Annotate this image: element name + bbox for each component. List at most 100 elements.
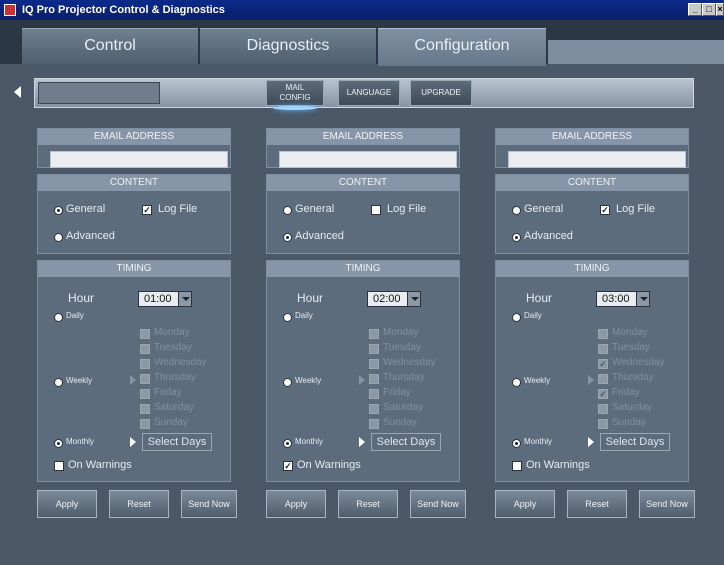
day-checkbox-friday[interactable]: ✓ <box>598 389 608 399</box>
day-checkbox-saturday[interactable] <box>598 404 608 414</box>
log-file-label: Log File <box>158 203 198 215</box>
apply-button[interactable]: Apply <box>495 490 555 518</box>
day-checkbox-friday[interactable] <box>140 389 150 399</box>
day-checkbox-sunday[interactable] <box>598 419 608 429</box>
on-warnings-checkbox[interactable] <box>512 461 522 471</box>
content-section: CONTENT General ✓ Log File Advanced <box>37 174 231 254</box>
config-toolbar: MAIL CONFIG LANGUAGE UPGRADE <box>14 70 714 116</box>
hour-select[interactable]: 01:00 <box>138 291 192 307</box>
day-checkbox-sunday[interactable] <box>140 419 150 429</box>
day-label-friday: Friday <box>612 387 640 398</box>
on-warnings-label: On Warnings <box>526 459 590 471</box>
monthly-label: Monthly <box>295 437 324 446</box>
day-label-monday: Monday <box>154 327 190 338</box>
send-now-button[interactable]: Send Now <box>639 490 695 518</box>
maximize-button[interactable]: □ <box>702 3 716 16</box>
mail-config-button[interactable]: MAIL CONFIG <box>266 80 324 110</box>
hour-select[interactable]: 03:00 <box>596 291 650 307</box>
day-checkbox-tuesday[interactable] <box>598 344 608 354</box>
day-checkbox-wednesday[interactable] <box>369 359 379 369</box>
weekly-radio[interactable] <box>283 378 292 387</box>
close-button[interactable]: × <box>716 3 724 16</box>
log-file-checkbox[interactable] <box>371 205 381 215</box>
daily-label: Daily <box>524 311 542 320</box>
day-checkbox-thursday[interactable] <box>598 374 608 384</box>
monthly-radio[interactable] <box>54 439 63 448</box>
email-section: EMAIL ADDRESS <box>37 128 231 168</box>
on-warnings-checkbox[interactable] <box>54 461 64 471</box>
language-button[interactable]: LANGUAGE <box>338 80 400 106</box>
day-checkbox-tuesday[interactable] <box>140 344 150 354</box>
send-now-button[interactable]: Send Now <box>410 490 466 518</box>
day-checkbox-saturday[interactable] <box>369 404 379 414</box>
advanced-radio[interactable] <box>512 233 521 242</box>
tab-configuration[interactable]: Configuration <box>378 28 546 66</box>
on-warnings-checkbox[interactable]: ✓ <box>283 461 293 471</box>
day-checkbox-wednesday[interactable] <box>140 359 150 369</box>
general-radio[interactable] <box>512 206 521 215</box>
email-address-input[interactable] <box>50 151 228 168</box>
day-checkbox-saturday[interactable] <box>140 404 150 414</box>
chevron-down-icon[interactable] <box>407 292 420 306</box>
app-window: IQ Pro Projector Control & Diagnostics _… <box>0 0 724 565</box>
daily-radio[interactable] <box>512 313 521 322</box>
day-checkbox-monday[interactable] <box>369 329 379 339</box>
general-radio[interactable] <box>54 206 63 215</box>
day-checkbox-wednesday[interactable]: ✓ <box>598 359 608 369</box>
day-label-thursday: Thursday <box>383 372 425 383</box>
tab-diagnostics[interactable]: Diagnostics <box>200 28 376 64</box>
timing-section: TIMING Hour 02:00 Daily Monday Tuesday Wednesd… <box>266 260 460 482</box>
hour-label: Hour <box>526 291 553 305</box>
send-now-button[interactable]: Send Now <box>181 490 237 518</box>
select-days-button[interactable]: Select Days <box>600 433 670 451</box>
email-header: EMAIL ADDRESS <box>267 129 459 145</box>
apply-button[interactable]: Apply <box>266 490 326 518</box>
weekly-arrow-icon <box>588 375 594 385</box>
reset-button[interactable]: Reset <box>109 490 169 518</box>
reset-button[interactable]: Reset <box>338 490 398 518</box>
hour-select[interactable]: 02:00 <box>367 291 421 307</box>
general-radio[interactable] <box>283 206 292 215</box>
monthly-radio[interactable] <box>283 439 292 448</box>
select-days-button[interactable]: Select Days <box>371 433 441 451</box>
monthly-label: Monthly <box>524 437 553 446</box>
day-checkbox-thursday[interactable] <box>140 374 150 384</box>
weekly-radio[interactable] <box>512 378 521 387</box>
monthly-radio[interactable] <box>512 439 521 448</box>
daily-radio[interactable] <box>54 313 63 322</box>
advanced-radio[interactable] <box>54 233 63 242</box>
content-section: CONTENT General ✓ Log File Advanced <box>495 174 689 254</box>
email-address-input[interactable] <box>508 151 686 168</box>
select-days-button[interactable]: Select Days <box>142 433 212 451</box>
apply-button[interactable]: Apply <box>37 490 97 518</box>
monthly-label: Monthly <box>66 437 95 446</box>
advanced-label: Advanced <box>295 230 344 242</box>
day-label-wednesday: Wednesday <box>154 357 207 368</box>
day-checkbox-friday[interactable] <box>369 389 379 399</box>
scroll-left-arrow-icon[interactable] <box>14 86 21 98</box>
tab-control[interactable]: Control <box>22 28 198 64</box>
weekly-radio[interactable] <box>54 378 63 387</box>
minimize-button[interactable]: _ <box>688 3 702 16</box>
daily-radio[interactable] <box>283 313 292 322</box>
toolbar-slot <box>38 82 160 104</box>
chevron-down-icon[interactable] <box>178 292 191 306</box>
advanced-label: Advanced <box>524 230 573 242</box>
upgrade-button[interactable]: UPGRADE <box>410 80 472 106</box>
day-label-wednesday: Wednesday <box>383 357 436 368</box>
day-checkbox-monday[interactable] <box>598 329 608 339</box>
on-warnings-label: On Warnings <box>297 459 361 471</box>
chevron-down-icon[interactable] <box>636 292 649 306</box>
day-label-monday: Monday <box>383 327 419 338</box>
email-address-input[interactable] <box>279 151 457 168</box>
timing-header: TIMING <box>38 261 230 277</box>
day-checkbox-sunday[interactable] <box>369 419 379 429</box>
day-checkbox-tuesday[interactable] <box>369 344 379 354</box>
day-checkbox-thursday[interactable] <box>369 374 379 384</box>
log-file-checkbox[interactable]: ✓ <box>600 205 610 215</box>
advanced-radio[interactable] <box>283 233 292 242</box>
reset-button[interactable]: Reset <box>567 490 627 518</box>
log-file-checkbox[interactable]: ✓ <box>142 205 152 215</box>
app-icon <box>4 4 16 16</box>
day-checkbox-monday[interactable] <box>140 329 150 339</box>
